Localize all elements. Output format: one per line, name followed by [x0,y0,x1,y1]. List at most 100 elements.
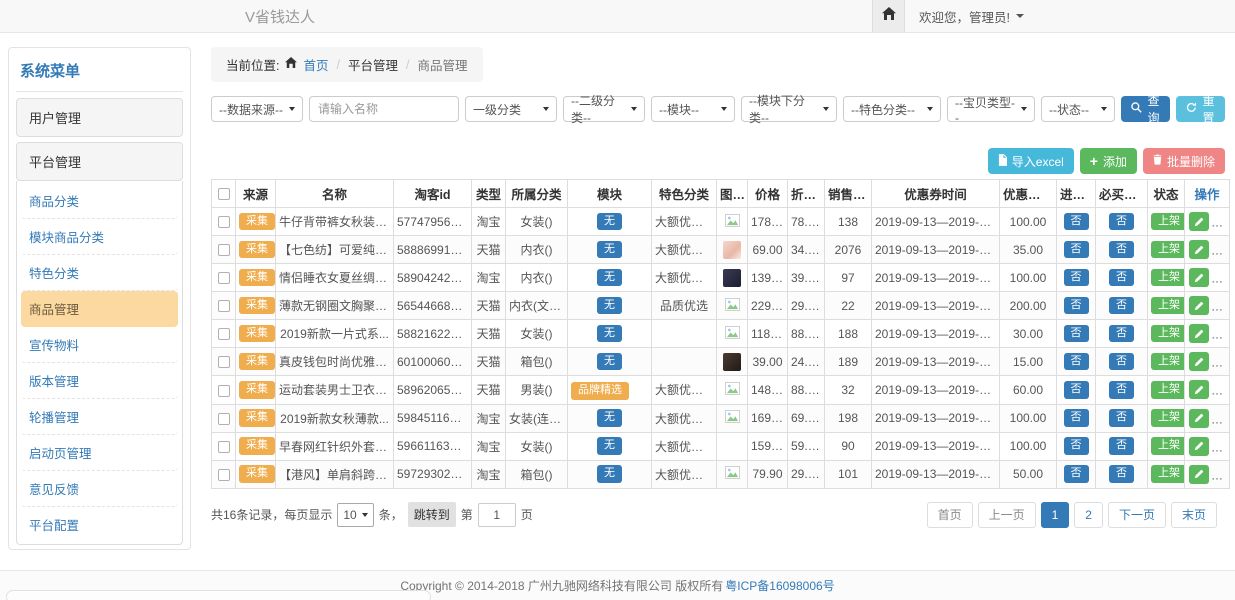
row-checkbox[interactable] [218,356,230,368]
row-checkbox[interactable] [218,328,230,340]
add-button[interactable]: + 添加 [1080,148,1137,174]
row-checkbox[interactable] [218,469,230,481]
breadcrumb: 当前位置: 首页 / 平台管理 / 商品管理 [211,47,483,82]
must-buy-toggle[interactable]: 否 [1109,213,1134,231]
must-buy-toggle[interactable]: 否 [1109,241,1134,259]
edit-button[interactable] [1189,380,1209,399]
filter-select-7[interactable]: --宝贝类型-- [947,96,1035,122]
page-number-input[interactable] [478,503,516,527]
jump-button[interactable]: 跳转到 [408,502,456,527]
import-excel-button[interactable]: 导入excel [988,148,1074,174]
import-select-toggle[interactable]: 否 [1064,381,1089,399]
sidebar-item-active[interactable]: 商品管理 [21,291,178,327]
discount-price-cell: 88.00 [788,376,825,405]
breadcrumb-home-link[interactable]: 首页 [303,55,328,74]
must-buy-toggle[interactable]: 否 [1109,269,1134,287]
sidebar-item[interactable]: 启动页管理 [21,435,178,471]
edit-button[interactable] [1189,324,1209,343]
status-badge[interactable]: 上架 [1151,409,1185,427]
row-checkbox[interactable] [218,244,230,256]
sidebar-item[interactable]: 商品分类 [21,183,178,219]
import-select-toggle[interactable]: 否 [1064,297,1089,315]
must-buy-toggle[interactable]: 否 [1109,437,1134,455]
pager-2[interactable]: 2 [1074,502,1103,528]
pager-末页[interactable]: 末页 [1171,502,1217,528]
sidebar-item[interactable]: 意见反馈 [21,471,178,507]
filter-bar: --数据来源-- 一级分类--二级分类----模块----模块下分类----特色… [211,96,1225,122]
row-checkbox[interactable] [218,216,230,228]
filter-select-4[interactable]: --模块-- [651,96,735,122]
select-all-checkbox[interactable] [218,188,230,200]
pager-下一页[interactable]: 下一页 [1108,502,1166,528]
must-buy-toggle[interactable]: 否 [1109,381,1134,399]
must-buy-toggle[interactable]: 否 [1109,353,1134,371]
pager-上一页[interactable]: 上一页 [978,502,1036,528]
reset-button[interactable]: 重置 [1176,96,1225,122]
import-select-toggle[interactable]: 否 [1064,213,1089,231]
edit-button[interactable] [1189,409,1209,428]
home-button[interactable] [872,0,905,32]
filter-select-6[interactable]: --特色分类-- [843,96,941,122]
import-select-toggle[interactable]: 否 [1064,437,1089,455]
import-select-toggle[interactable]: 否 [1064,241,1089,259]
table-row: 采集情侣睡衣女夏丝绸男士...589042420344淘宝内衣()无大额优惠券1… [212,264,1230,292]
must-buy-toggle[interactable]: 否 [1109,409,1134,427]
trash-icon [1153,154,1162,168]
sidebar-item[interactable]: 宣传物料 [21,327,178,363]
sidebar-group-2[interactable]: 平台管理 [16,142,183,181]
sidebar-item[interactable]: 特色分类 [21,255,178,291]
name-search-input[interactable] [309,96,459,122]
status-badge[interactable]: 上架 [1151,297,1185,315]
price-cell: 178.00 [748,208,788,236]
row-checkbox[interactable] [218,385,230,397]
source-cell: 采集 [236,404,276,432]
sidebar-group-1[interactable]: 用户管理 [16,98,183,137]
row-checkbox[interactable] [218,272,230,284]
filter-select-2[interactable]: 一级分类 [465,96,557,122]
pager-1[interactable]: 1 [1041,502,1070,528]
edit-button[interactable] [1189,352,1209,371]
row-checkbox[interactable] [218,441,230,453]
bulk-delete-button[interactable]: 批量删除 [1143,148,1225,174]
column-header: 所属分类 [506,180,568,208]
must-buy-toggle[interactable]: 否 [1109,465,1134,483]
filter-select-8[interactable]: --状态-- [1041,96,1115,122]
pager-首页[interactable]: 首页 [927,502,973,528]
source-cell: 采集 [236,432,276,460]
status-badge[interactable]: 上架 [1151,381,1185,399]
sidebar-item[interactable]: 模块商品分类 [21,219,178,255]
sidebar-item[interactable]: 平台配置 [21,507,178,542]
import-select-toggle[interactable]: 否 [1064,353,1089,371]
taoke-id-cell: 588869917501 [394,236,472,264]
status-badge[interactable]: 上架 [1151,213,1185,231]
status-badge[interactable]: 上架 [1151,465,1185,483]
edit-button[interactable] [1189,240,1209,259]
filter-select-1[interactable]: --数据来源-- [211,96,303,122]
status-badge[interactable]: 上架 [1151,353,1185,371]
edit-button[interactable] [1189,296,1209,315]
search-button[interactable]: 查询 [1121,96,1170,122]
filter-select-3[interactable]: --二级分类-- [563,96,645,122]
import-select-toggle[interactable]: 否 [1064,269,1089,287]
user-dropdown[interactable]: 欢迎您，管理员! [905,7,1235,26]
import-select-toggle[interactable]: 否 [1064,465,1089,483]
import-select-toggle[interactable]: 否 [1064,409,1089,427]
status-badge[interactable]: 上架 [1151,269,1185,287]
status-badge[interactable]: 上架 [1151,325,1185,343]
must-buy-toggle[interactable]: 否 [1109,297,1134,315]
edit-button[interactable] [1189,212,1209,231]
row-checkbox[interactable] [218,413,230,425]
sidebar-item[interactable]: 版本管理 [21,363,178,399]
per-page-select[interactable]: 10 [337,503,373,527]
must-buy-toggle[interactable]: 否 [1109,325,1134,343]
icp-link[interactable]: 粤ICP备16098006号 [725,577,834,594]
status-badge[interactable]: 上架 [1151,241,1185,259]
edit-button[interactable] [1189,465,1209,484]
import-select-toggle[interactable]: 否 [1064,325,1089,343]
filter-select-5[interactable]: --模块下分类-- [741,96,837,122]
row-checkbox[interactable] [218,300,230,312]
edit-button[interactable] [1189,437,1209,456]
status-badge[interactable]: 上架 [1151,437,1185,455]
sidebar-item[interactable]: 轮播管理 [21,399,178,435]
edit-button[interactable] [1189,268,1209,287]
